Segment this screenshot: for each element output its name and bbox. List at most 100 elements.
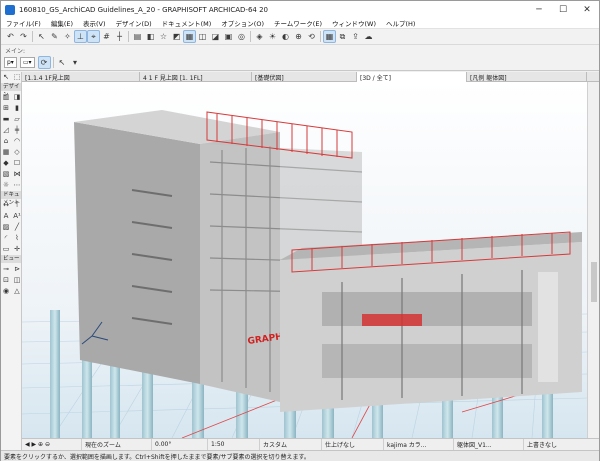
pointer-icon[interactable]: ↖ (36, 31, 47, 42)
lamp-tool-icon[interactable]: ☼ (1, 180, 11, 190)
beam-tool-icon[interactable]: ▬ (1, 114, 11, 124)
3d-viewport[interactable]: GRAPHISOFT (22, 82, 587, 438)
finish-selector[interactable]: 仕上げなし (322, 438, 384, 451)
menu-design[interactable]: デザイン(D) (111, 18, 157, 28)
arc-tool-icon[interactable]: ◜ (1, 233, 11, 243)
fill-tool-icon[interactable]: ▨ (1, 222, 11, 232)
refresh-icon[interactable]: ⟳ (37, 56, 51, 69)
arrow-tool-icon[interactable]: ↖ (1, 72, 11, 82)
snap-guides-icon[interactable]: ⌖ (87, 30, 100, 43)
worksheet-icon[interactable]: ▣ (223, 31, 234, 42)
tab-floor-plan[interactable]: 4 1 F 見上図 [1. 1FL] (140, 72, 252, 82)
minimize-button[interactable]: ─ (527, 1, 551, 18)
pen-field[interactable]: ▭▾ (19, 57, 35, 68)
view-nav-buttons[interactable]: ◀ ▶ ⊕ ⊖ (22, 438, 82, 451)
wall-tool-icon[interactable]: ▥ (1, 92, 11, 102)
drawing-selector[interactable]: 躯体図_V1... (454, 438, 524, 451)
guide-line-icon[interactable]: ┼ (114, 31, 125, 42)
level-dimension-icon[interactable]: ⊤ (12, 200, 22, 210)
model-view-selector[interactable]: kajima カラ... (384, 438, 454, 451)
roof-tool-icon[interactable]: ⌂ (1, 136, 11, 146)
text-tool-icon[interactable]: A (1, 211, 11, 221)
trace-icon[interactable]: ◧ (145, 31, 156, 42)
mesh-tool-icon[interactable]: ⋈ (12, 169, 22, 179)
detail-tool-icon[interactable]: ◉ (1, 286, 11, 296)
undo-icon[interactable]: ↶ (5, 31, 16, 42)
window-tool-icon[interactable]: ⊞ (1, 103, 11, 113)
sun-icon[interactable]: ☀ (267, 31, 278, 42)
morph-tool-icon[interactable]: ◆ (1, 158, 11, 168)
marquee-tool-icon[interactable]: ⬚ (12, 72, 22, 82)
more-tools-icon[interactable]: ⋯ (12, 180, 22, 190)
zone-tool-icon[interactable]: ▧ (1, 169, 11, 179)
change-tool-icon[interactable]: △ (12, 286, 22, 296)
stair-tool-icon[interactable]: ◿ (1, 125, 11, 135)
navigator-icon[interactable]: ▦ (323, 30, 336, 43)
maximize-button[interactable]: ☐ (551, 1, 575, 18)
scrollbar-thumb[interactable] (591, 262, 597, 302)
polyline-tool-icon[interactable]: ⌇ (12, 233, 22, 243)
menu-edit[interactable]: 編集(E) (46, 18, 78, 28)
pick-icon[interactable]: ✎ (49, 31, 60, 42)
publisher-icon[interactable]: ⇪ (350, 31, 361, 42)
3d-window-icon[interactable]: ◩ (171, 31, 182, 42)
redo-icon[interactable]: ↷ (18, 31, 29, 42)
tab-ceiling-plan[interactable]: [1.1.4 1F見上図 (22, 72, 140, 82)
magic-wand-icon[interactable]: ✧ (62, 31, 73, 42)
column-tool-icon[interactable]: ▮ (12, 103, 22, 113)
railing-tool-icon[interactable]: ╪ (12, 125, 22, 135)
plan-view-icon[interactable]: ▦ (183, 30, 196, 43)
menu-file[interactable]: ファイル(F) (1, 18, 46, 28)
organizer-icon[interactable]: ⧉ (337, 31, 348, 42)
shell-tool-icon[interactable]: ◠ (12, 136, 22, 146)
menu-teamwork[interactable]: チームワーク(E) (269, 18, 327, 28)
grid-snap-icon[interactable]: # (101, 31, 112, 42)
zoom-icon[interactable]: ⊕ (293, 31, 304, 42)
close-button[interactable]: ✕ (575, 1, 599, 18)
slab-tool-icon[interactable]: ▱ (12, 114, 22, 124)
section-icon[interactable]: ◫ (197, 31, 208, 42)
arrow-tool-icon[interactable]: ↖ (57, 57, 68, 68)
tab-label: [基礎伏図] (255, 74, 284, 82)
teamwork-icon[interactable]: ☁ (363, 31, 374, 42)
menu-help[interactable]: ヘルプ(H) (381, 18, 420, 28)
tab-3d-view[interactable]: [3D / 全て] (357, 72, 467, 82)
layer-field[interactable]: p▾ (4, 57, 17, 68)
override-selector[interactable]: 上書きなし (524, 439, 599, 451)
angle-display[interactable]: 0.00° (152, 438, 208, 451)
layer-icon[interactable]: ▤ (132, 31, 143, 42)
tab-foundation-plan[interactable]: [基礎伏図] (252, 72, 357, 82)
tab-legend[interactable]: [凡例 躯体図] (467, 72, 587, 82)
orbit-icon[interactable]: ⟲ (306, 31, 317, 42)
line-tool-icon[interactable]: ╱ (12, 222, 22, 232)
gravity-icon[interactable]: ⊥ (74, 30, 87, 43)
elevation-tool-icon[interactable]: ⊳ (12, 264, 22, 274)
scale-selector[interactable]: 1:50 (208, 438, 260, 451)
zoom-display[interactable]: 現在のズーム (82, 438, 152, 451)
render-icon[interactable]: ◈ (254, 31, 265, 42)
label-tool-icon[interactable]: A¹ (12, 211, 22, 221)
visibility-icon[interactable]: ◐ (280, 31, 291, 42)
menu-document[interactable]: ドキュメント(M) (157, 18, 217, 28)
interior-elevation-icon[interactable]: ⊡ (1, 275, 11, 285)
curtain-wall-tool-icon[interactable]: ▦ (1, 147, 11, 157)
angle-value: 0.00° (155, 441, 172, 448)
vertical-scrollbar[interactable] (587, 82, 599, 438)
drawing-tool-icon[interactable]: ▭ (1, 244, 11, 254)
skylight-tool-icon[interactable]: ◇ (12, 147, 22, 157)
favorites-icon[interactable]: ☆ (158, 31, 169, 42)
menu-window[interactable]: ウィンドウ(W) (327, 18, 381, 28)
menu-view[interactable]: 表示(V) (78, 18, 111, 28)
window-controls: ─ ☐ ✕ (527, 1, 599, 18)
dropdown-chevron-icon[interactable]: ▾ (70, 57, 81, 68)
section-tool-icon[interactable]: ⊸ (1, 264, 11, 274)
object-tool-icon[interactable]: ☐ (12, 158, 22, 168)
menu-options[interactable]: オプション(O) (216, 18, 269, 28)
elevation-icon[interactable]: ◪ (210, 31, 221, 42)
dimension-tool-icon[interactable]: ↔ (1, 200, 11, 210)
door-tool-icon[interactable]: ◨ (12, 92, 22, 102)
layer-combo-selector[interactable]: カスタム (260, 438, 322, 451)
worksheet-tool-icon[interactable]: ◫ (12, 275, 22, 285)
hotspot-tool-icon[interactable]: ✛ (12, 244, 22, 254)
detail-icon[interactable]: ◎ (236, 31, 247, 42)
